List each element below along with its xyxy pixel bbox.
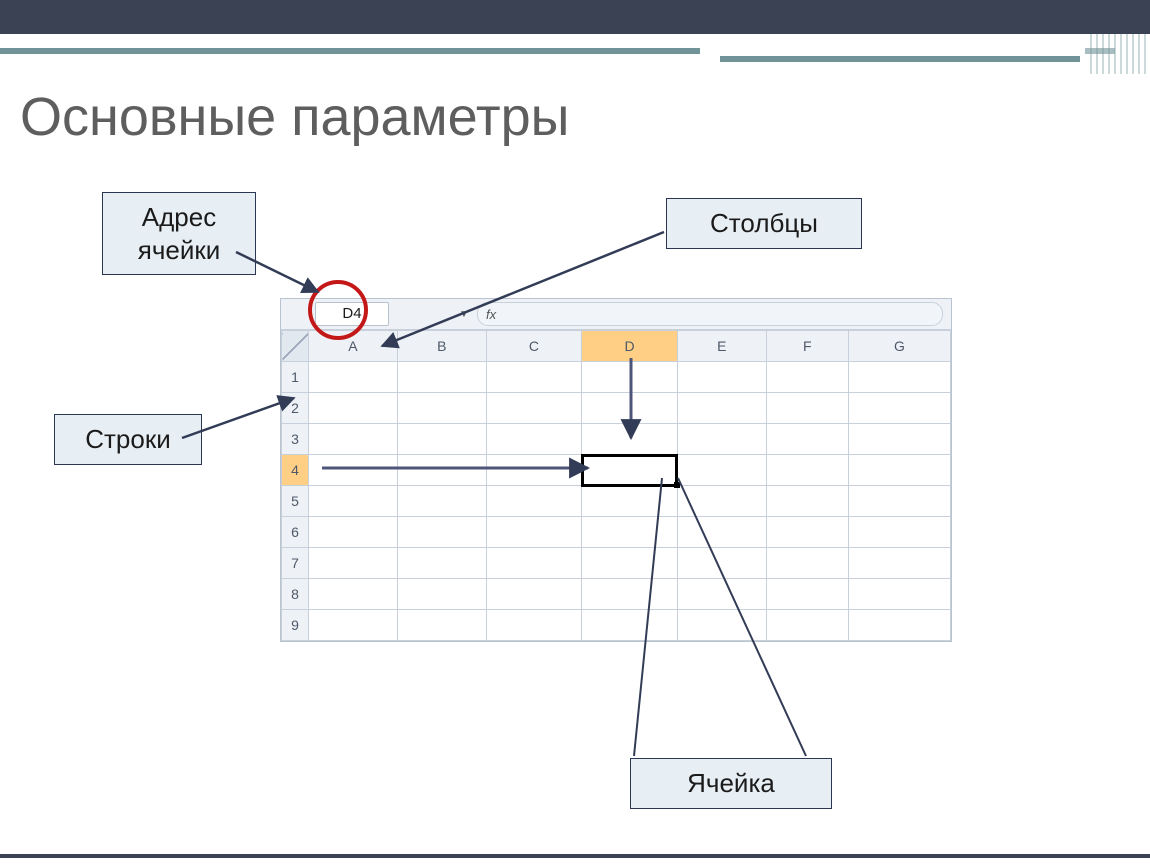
cell[interactable] [486,610,582,641]
row-header[interactable]: 9 [282,610,309,641]
cell[interactable] [486,517,582,548]
cell[interactable] [677,393,766,424]
cell[interactable] [766,455,848,486]
column-header[interactable]: B [397,331,486,362]
row-header[interactable]: 2 [282,393,309,424]
cell[interactable] [766,486,848,517]
cell[interactable] [397,393,486,424]
cell[interactable] [677,579,766,610]
cell[interactable] [582,579,678,610]
cell[interactable] [582,424,678,455]
callout-columns: Столбцы [666,198,862,249]
cell[interactable] [677,548,766,579]
cell[interactable] [848,424,950,455]
decor-bar-teal-2 [720,56,1080,62]
cell[interactable] [397,610,486,641]
cell[interactable] [766,424,848,455]
cell[interactable] [309,517,398,548]
cell[interactable] [848,455,950,486]
row-header[interactable]: 5 [282,486,309,517]
cell[interactable] [677,455,766,486]
row-header[interactable]: 3 [282,424,309,455]
column-header[interactable]: D [582,331,678,362]
decor-footer-line [0,854,1150,858]
callout-cell-address: Адрес ячейки [102,192,256,275]
cell[interactable] [486,579,582,610]
cell[interactable] [848,610,950,641]
cell[interactable] [677,362,766,393]
cell[interactable] [582,393,678,424]
cell[interactable] [766,548,848,579]
select-all-corner[interactable] [282,331,309,362]
cell[interactable] [397,579,486,610]
cell[interactable] [309,579,398,610]
decor-bar-teal [0,48,700,54]
cell[interactable] [397,486,486,517]
cell[interactable] [397,455,486,486]
cell[interactable] [677,486,766,517]
cell[interactable] [397,517,486,548]
cell[interactable] [677,424,766,455]
row-header[interactable]: 7 [282,548,309,579]
cell[interactable] [848,362,950,393]
column-header[interactable]: C [486,331,582,362]
cell[interactable] [582,362,678,393]
highlight-circle [308,280,368,340]
cell[interactable] [848,393,950,424]
cell[interactable] [582,610,678,641]
cell[interactable] [486,362,582,393]
cell[interactable] [848,548,950,579]
cell[interactable] [309,548,398,579]
slide: Основные параметры Адрес ячейки Строки С… [0,0,1150,864]
cell[interactable] [582,517,678,548]
cell[interactable] [766,393,848,424]
cell[interactable] [848,579,950,610]
callout-cell: Ячейка [630,758,832,809]
cell[interactable] [309,610,398,641]
cell[interactable] [582,548,678,579]
cell[interactable] [486,548,582,579]
row-header[interactable]: 4 [282,455,309,486]
cell[interactable] [309,393,398,424]
row-header[interactable]: 1 [282,362,309,393]
cell[interactable] [766,362,848,393]
formula-bar: D4 ▼ fx [281,299,951,330]
decor-hatch [1090,34,1150,74]
cell[interactable] [582,455,678,486]
cell[interactable] [309,486,398,517]
cell[interactable] [848,517,950,548]
cell[interactable] [309,362,398,393]
formula-input-wrap[interactable]: fx [477,302,943,326]
cell[interactable] [766,517,848,548]
cell[interactable] [397,362,486,393]
cell[interactable] [309,455,398,486]
column-header[interactable]: E [677,331,766,362]
decor-bar-top [0,0,1150,34]
row-header[interactable]: 8 [282,579,309,610]
column-header[interactable]: F [766,331,848,362]
cell[interactable] [848,486,950,517]
cell[interactable] [677,517,766,548]
cell[interactable] [766,579,848,610]
cell[interactable] [397,548,486,579]
row-header[interactable]: 6 [282,517,309,548]
slide-title: Основные параметры [20,86,570,148]
cell[interactable] [397,424,486,455]
cell[interactable] [582,486,678,517]
column-header[interactable]: G [848,331,950,362]
cell[interactable] [486,486,582,517]
fx-icon: fx [486,307,496,322]
sheet-grid[interactable]: ABCDEFG 123456789 [281,330,951,641]
cell[interactable] [677,610,766,641]
cell[interactable] [309,424,398,455]
cell[interactable] [766,610,848,641]
cell[interactable] [486,455,582,486]
cell[interactable] [486,393,582,424]
excel-mock: D4 ▼ fx ABCDEFG 123456789 [280,298,952,642]
cell[interactable] [486,424,582,455]
name-box-dropdown-icon[interactable]: ▼ [459,309,469,319]
callout-rows: Строки [54,414,202,465]
